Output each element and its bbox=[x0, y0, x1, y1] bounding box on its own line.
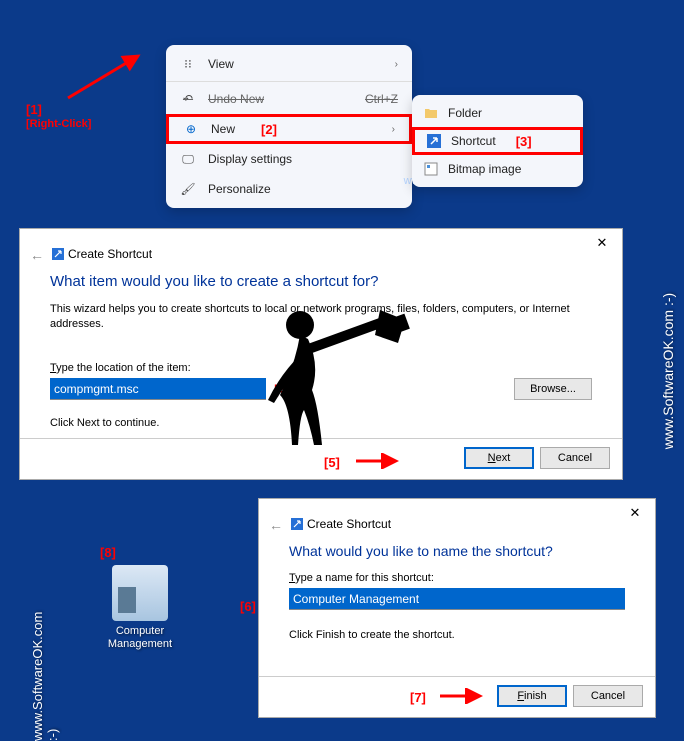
back-button[interactable]: ← bbox=[30, 247, 44, 263]
plus-circle-icon: ⊕ bbox=[183, 122, 199, 136]
name-input[interactable] bbox=[289, 588, 625, 610]
ctx-label: View bbox=[208, 57, 234, 71]
browse-button[interactable]: Browse... bbox=[514, 378, 592, 400]
dialog-create-shortcut-2: ✕ ← Create Shortcut What would you like … bbox=[258, 498, 656, 718]
brush-icon: 🖌 bbox=[180, 182, 196, 196]
dialog-footer: Next Cancel bbox=[464, 447, 610, 469]
dialog-heading: What would you like to name the shortcut… bbox=[289, 543, 625, 559]
hammer-graphic bbox=[250, 305, 410, 485]
chevron-right-icon: › bbox=[392, 124, 395, 135]
divider bbox=[166, 81, 412, 82]
desktop-shortcut-icon[interactable]: Computer Management bbox=[100, 565, 180, 651]
annotation-3: [3] bbox=[516, 134, 532, 149]
ctx-label: Undo New bbox=[208, 92, 264, 106]
close-button[interactable]: ✕ bbox=[582, 229, 622, 257]
cancel-button[interactable]: Cancel bbox=[540, 447, 610, 469]
ctx-shortcut: Ctrl+Z bbox=[365, 92, 398, 106]
chevron-right-icon: › bbox=[395, 59, 398, 70]
undo-icon: ↶ bbox=[180, 92, 196, 106]
sub-label: Folder bbox=[448, 106, 482, 120]
sub-item-folder[interactable]: Folder bbox=[412, 99, 583, 127]
computer-management-icon bbox=[112, 565, 168, 621]
arrow-7 bbox=[438, 688, 488, 704]
shortcut-icon bbox=[52, 248, 64, 263]
ctx-label: Personalize bbox=[208, 182, 271, 196]
sub-item-bitmap[interactable]: Bitmap image bbox=[412, 155, 583, 183]
annotation-8: [8] bbox=[100, 545, 116, 560]
ctx-item-new[interactable]: ⊕ New [2] › bbox=[166, 114, 412, 144]
ctx-item-display[interactable]: 🖵 Display settings bbox=[166, 144, 412, 174]
sub-menu-new: Folder Shortcut [3] Bitmap image bbox=[412, 95, 583, 187]
input-label: Type a name for this shortcut: bbox=[289, 571, 625, 586]
dialog-hint: Click Finish to create the shortcut. bbox=[289, 628, 625, 643]
cancel-button[interactable]: Cancel bbox=[573, 685, 643, 707]
sub-item-shortcut[interactable]: Shortcut [3] bbox=[412, 127, 583, 155]
annotation-1: [1] bbox=[26, 102, 42, 117]
ctx-label: Display settings bbox=[208, 152, 292, 166]
sub-label: Bitmap image bbox=[448, 162, 521, 176]
back-button[interactable]: ← bbox=[269, 517, 283, 533]
display-icon: 🖵 bbox=[180, 152, 196, 167]
close-button[interactable]: ✕ bbox=[615, 499, 655, 527]
dialog-heading: What item would you like to create a sho… bbox=[50, 273, 592, 290]
grid-icon: ⁝⁝ bbox=[180, 57, 196, 71]
divider bbox=[259, 676, 655, 677]
location-input[interactable] bbox=[50, 378, 266, 400]
next-button[interactable]: Next bbox=[464, 447, 534, 469]
context-menu: ⁝⁝ View › ↶ Undo New Ctrl+Z ⊕ New [2] › … bbox=[166, 45, 412, 208]
dialog-title: Create Shortcut bbox=[68, 247, 152, 261]
ctx-item-view[interactable]: ⁝⁝ View › bbox=[166, 49, 412, 79]
annotation-6: [6] bbox=[240, 599, 256, 614]
shortcut-icon bbox=[427, 134, 441, 148]
arrow-1 bbox=[58, 50, 148, 105]
watermark-right: www.SoftwareOK.com :-) bbox=[660, 292, 676, 448]
annotation-7: [7] bbox=[410, 690, 426, 705]
dialog-footer: Finish Cancel bbox=[497, 685, 643, 707]
bitmap-icon bbox=[424, 162, 438, 176]
ctx-item-undo[interactable]: ↶ Undo New Ctrl+Z bbox=[166, 84, 412, 114]
desktop-icon-label: Computer Management bbox=[100, 625, 180, 651]
annotation-2: [2] bbox=[261, 122, 277, 137]
watermark-left: www.SoftwareOK.com :-) bbox=[30, 600, 60, 741]
ctx-label: New bbox=[211, 122, 235, 136]
dialog-title: Create Shortcut bbox=[307, 517, 391, 531]
sub-label: Shortcut bbox=[451, 134, 496, 148]
folder-icon bbox=[424, 106, 438, 120]
finish-button[interactable]: Finish bbox=[497, 685, 567, 707]
shortcut-icon bbox=[291, 518, 303, 533]
annotation-1-label: [Right-Click] bbox=[26, 118, 91, 130]
